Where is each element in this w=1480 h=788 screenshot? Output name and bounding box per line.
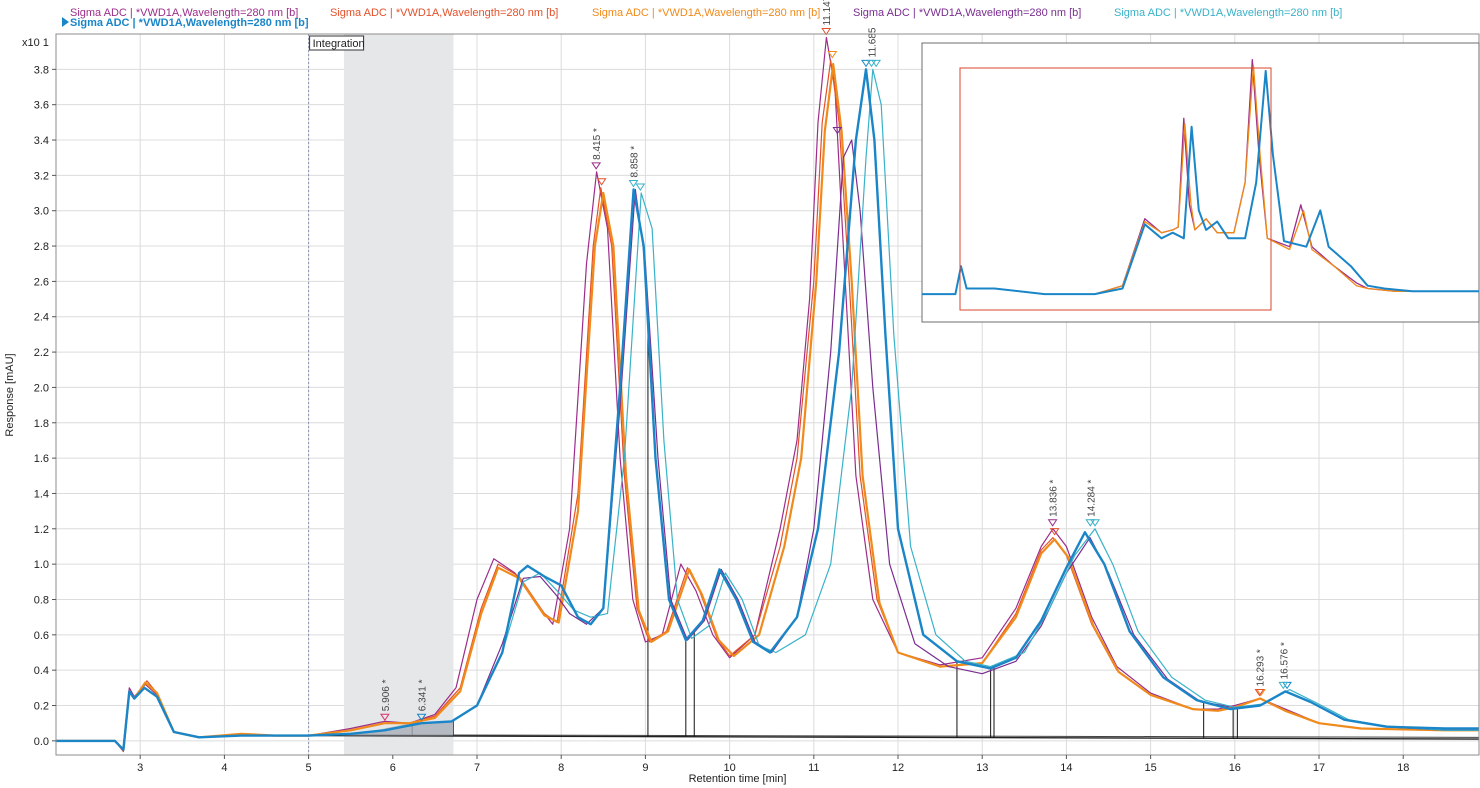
y-axis-label: Response [mAU]	[4, 353, 16, 436]
x-tick-label: 13	[976, 762, 988, 774]
x-tick-label: 16	[1229, 762, 1241, 774]
y-tick-label: 1.2	[34, 524, 49, 536]
y-tick-label: 3.6	[34, 100, 49, 112]
x-tick-label: 6	[390, 762, 396, 774]
peak-label: 11.147	[822, 0, 833, 26]
y-tick-label: 3.4	[34, 135, 49, 147]
peak-label: 11.685	[867, 27, 878, 57]
y-tick-label: 0.8	[34, 594, 49, 606]
peak-label: 6.341 *	[418, 679, 429, 711]
overview-inset[interactable]	[921, 42, 1480, 323]
x-axis: 3 4 5 6 7 8 9 10 11 12 13 14 15 16 17 18	[137, 755, 1409, 774]
y-tick-label: 2.8	[34, 241, 49, 253]
peak-marker-icon	[1047, 519, 1058, 527]
y-tick-label: 3.8	[34, 64, 49, 76]
x-tick-label: 11	[808, 762, 819, 774]
x-tick-label: 17	[1313, 762, 1325, 774]
peak-marker-icon	[861, 59, 871, 68]
y-tick-label: 3.2	[34, 170, 49, 182]
x-tick-label: 5	[306, 762, 312, 774]
y-tick-label: 2.2	[34, 347, 49, 359]
y-axis-multiplier: x10 1	[22, 37, 49, 49]
integration-label: Integration	[313, 38, 365, 50]
y-tick-label: 1.0	[34, 559, 49, 571]
x-tick-label: 14	[1060, 762, 1072, 774]
y-tick-label: 2.6	[34, 276, 49, 288]
y-tick-label: 2.4	[34, 312, 49, 324]
peak-label: 8.858 *	[629, 146, 640, 178]
x-tick-label: 3	[137, 762, 143, 774]
peak-label: 5.906 *	[381, 679, 392, 711]
peak-marker-icon	[591, 162, 602, 170]
peak-marker-icon	[628, 180, 639, 188]
x-tick-label: 15	[1144, 762, 1156, 774]
peak-label: 8.415 *	[592, 128, 603, 160]
y-tick-label: 2.0	[34, 382, 49, 394]
inset-frame	[921, 42, 1480, 323]
x-axis-label: Retention time [min]	[689, 773, 787, 785]
y-tick-label: 1.6	[34, 453, 49, 465]
y-axis: 0.0 0.2 0.4 0.6 0.8 1.0 1.2 1.4 1.6 1.8 2.0 2.2 2.4 2…	[34, 64, 56, 748]
peak-label: 13.836 *	[1049, 479, 1060, 516]
peak-label: 16.576 *	[1279, 642, 1290, 679]
integration-region[interactable]	[343, 34, 454, 755]
y-tick-label: 3.0	[34, 206, 49, 218]
peak-label: 14.284 *	[1086, 479, 1097, 516]
x-tick-label: 18	[1397, 762, 1409, 774]
y-tick-label: 0.0	[34, 736, 49, 748]
x-tick-label: 8	[558, 762, 564, 774]
x-tick-label: 7	[474, 762, 480, 774]
y-tick-label: 0.6	[34, 630, 49, 642]
y-tick-label: 1.8	[34, 418, 49, 430]
x-tick-label: 9	[642, 762, 648, 774]
integration-label-box: Integration	[309, 35, 365, 51]
y-tick-label: 1.4	[34, 488, 49, 500]
x-tick-label: 12	[892, 762, 904, 774]
chromatogram-chart[interactable]: Integration 5.906 * 6.341 * 8.415 * 8.858 *…	[0, 0, 1480, 788]
y-tick-label: 0.2	[34, 701, 49, 713]
peak-marker-icon	[635, 183, 646, 191]
peak-label: 16.293 *	[1255, 649, 1266, 686]
x-tick-label: 4	[221, 762, 227, 774]
y-tick-label: 0.4	[34, 665, 49, 677]
